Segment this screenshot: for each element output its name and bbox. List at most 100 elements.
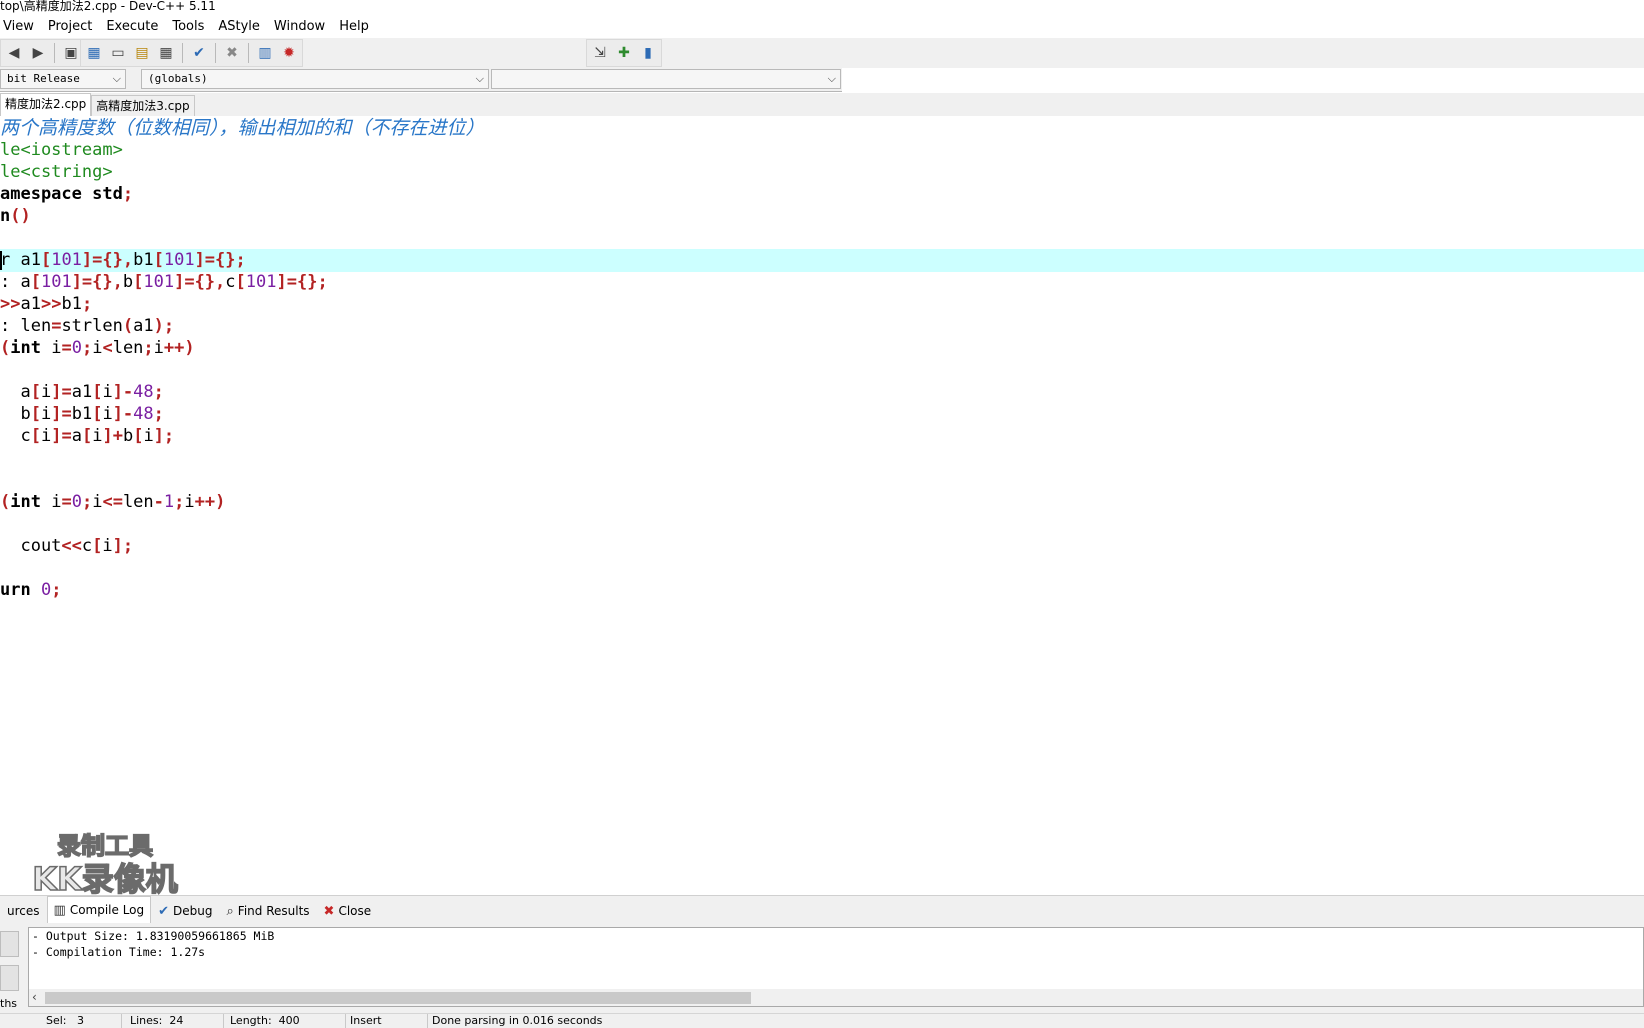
scope-select-value: (globals) — [148, 72, 208, 85]
code-line[interactable]: >>a1>>b1; — [0, 293, 1644, 316]
code-line[interactable]: (int i=0;i<len;i++) — [0, 337, 1644, 360]
code-line[interactable] — [0, 513, 1644, 536]
grid-icon[interactable]: ▦ — [155, 42, 177, 64]
chevron-down-icon: ⌵ — [475, 72, 484, 85]
tab-file-1[interactable]: 精度加法2.cpp — [0, 93, 92, 116]
code-token: << — [61, 536, 82, 556]
code-line[interactable]: cout<<c[i]; — [0, 535, 1644, 558]
tab-compile-log[interactable]: ▥ Compile Log — [46, 896, 152, 923]
code-token: a — [0, 382, 31, 402]
code-token: len — [112, 338, 144, 358]
text-caret — [0, 251, 2, 270]
code-line[interactable]: amespace std; — [0, 183, 1644, 206]
code-token: ]= — [51, 426, 72, 446]
code-line[interactable]: (int i=0;i<=len-1;i++) — [0, 491, 1644, 514]
search-icon: ⌕ — [226, 903, 234, 919]
save-icon[interactable]: ▣ — [60, 42, 82, 64]
code-token: <= — [102, 492, 123, 512]
menu-help[interactable]: Help — [332, 16, 376, 38]
code-line[interactable]: n() — [0, 205, 1644, 228]
add-bookmark-icon[interactable]: ✚ — [613, 42, 635, 64]
code-editor[interactable]: 两个高精度数（位数相同），输出相加的和（不存在进位） le<iostream> le… — [0, 117, 1644, 894]
delete-icon[interactable]: ✖ — [221, 42, 243, 64]
code-line[interactable] — [0, 557, 1644, 580]
side-button[interactable] — [0, 965, 19, 991]
code-line[interactable]: 两个高精度数（位数相同），输出相加的和（不存在进位） — [0, 117, 1644, 140]
code-line[interactable]: : len=strlen(a1); — [0, 315, 1644, 338]
menu-view[interactable]: View — [0, 16, 41, 38]
code-token: 1 — [163, 492, 175, 512]
code-token: i — [40, 404, 52, 424]
code-token: [ — [30, 272, 41, 292]
menu-window[interactable]: Window — [267, 16, 332, 38]
redo-icon[interactable]: ▶ — [27, 42, 49, 64]
bookmark-icon[interactable]: ▮ — [637, 42, 659, 64]
code-token: [ — [92, 536, 103, 556]
compiler-select[interactable]: bit Release ⌵ — [0, 69, 126, 89]
code-line[interactable] — [0, 227, 1644, 250]
tab-debug[interactable]: ✔ Debug — [151, 899, 219, 923]
selector-bar: bit Release ⌵ (globals) ⌵ ⌵ — [0, 67, 842, 92]
undo-icon[interactable]: ◀ — [3, 42, 25, 64]
code-line[interactable]: le<cstring> — [0, 161, 1644, 184]
tab-label: Find Results — [237, 904, 310, 918]
table-icon[interactable]: ▤ — [131, 42, 153, 64]
menu-astyle[interactable]: AStyle — [211, 16, 267, 38]
code-line[interactable]: urn 0; — [0, 579, 1644, 602]
code-line[interactable]: le<iostream> — [0, 139, 1644, 162]
goto-icon[interactable]: ⇲ — [589, 42, 611, 64]
tab-label: urces — [7, 904, 40, 918]
horizontal-scrollbar[interactable]: ‹ — [29, 989, 1643, 1006]
code-token: len — [122, 492, 154, 512]
status-length-label: Length: — [230, 1014, 272, 1027]
code-token: [ — [235, 272, 246, 292]
code-token: ]= — [51, 382, 72, 402]
scope-select[interactable]: (globals) ⌵ — [141, 69, 489, 89]
window-icon[interactable]: ▭ — [107, 42, 129, 64]
chart-icon[interactable]: ▥ — [254, 42, 276, 64]
new-class-icon[interactable]: ▦ — [83, 42, 105, 64]
code-token: : a — [0, 272, 31, 292]
code-token: ; — [153, 382, 164, 402]
check-icon: ✔ — [158, 903, 170, 919]
code-line[interactable]: c[i]=a[i]+b[i]; — [0, 425, 1644, 448]
code-token: : len — [0, 316, 52, 336]
code-token: i — [40, 492, 62, 512]
window-title: top\高精度加法2.cpp - Dev-C++ 5.11 — [0, 0, 1644, 14]
bug-icon[interactable]: ✹ — [278, 42, 300, 64]
code-token: i — [102, 382, 113, 402]
members-select[interactable]: ⌵ — [491, 69, 841, 89]
code-line-current[interactable]: r a1[101]={},b1[101]={}; — [0, 249, 1644, 272]
code-token: ]; — [112, 536, 134, 556]
code-line[interactable] — [0, 469, 1644, 492]
code-token: [ — [92, 382, 103, 402]
menu-tools[interactable]: Tools — [165, 16, 211, 38]
tab-label: Debug — [173, 904, 213, 918]
status-lines-value: 24 — [169, 1014, 184, 1027]
menu-execute[interactable]: Execute — [99, 16, 165, 38]
code-line[interactable]: a[i]=a1[i]-48; — [0, 381, 1644, 404]
menu-project[interactable]: Project — [41, 16, 99, 38]
toolbar-group-edit: ◀ ▶ ▣ — [0, 39, 85, 67]
code-token: i — [184, 492, 195, 512]
toolbar: ◀ ▶ ▣ ▦ ▭ ▤ ▦ ✔ ✖ ▥ ✹ ⇲ ✚ ▮ — [0, 38, 1644, 68]
side-button[interactable] — [0, 931, 19, 957]
code-line[interactable]: b[i]=b1[i]-48; — [0, 403, 1644, 426]
side-label: ths — [0, 997, 18, 1010]
scrollbar-thumb[interactable] — [45, 992, 751, 1004]
tab-find-results[interactable]: ⌕ Find Results — [220, 899, 317, 923]
code-token: i — [40, 338, 62, 358]
tab-close[interactable]: ✖ Close — [317, 899, 379, 923]
scroll-left-icon[interactable]: ‹ — [32, 989, 37, 1006]
code-line[interactable] — [0, 447, 1644, 470]
toolbar-separator — [182, 43, 183, 63]
code-token: i — [92, 492, 103, 512]
tab-file-2[interactable]: 高精度加法3.cpp — [91, 95, 195, 116]
code-token: ]={}; — [194, 250, 246, 270]
code-line[interactable]: : a[101]={},b[101]={},c[101]={}; — [0, 271, 1644, 294]
compile-log-output[interactable]: - Output Size: 1.83190059661865 MiB - Co… — [28, 927, 1644, 1007]
tab-resources[interactable]: urces — [0, 899, 47, 923]
code-token: ; — [153, 404, 164, 424]
code-line[interactable] — [0, 359, 1644, 382]
check-icon[interactable]: ✔ — [188, 42, 210, 64]
